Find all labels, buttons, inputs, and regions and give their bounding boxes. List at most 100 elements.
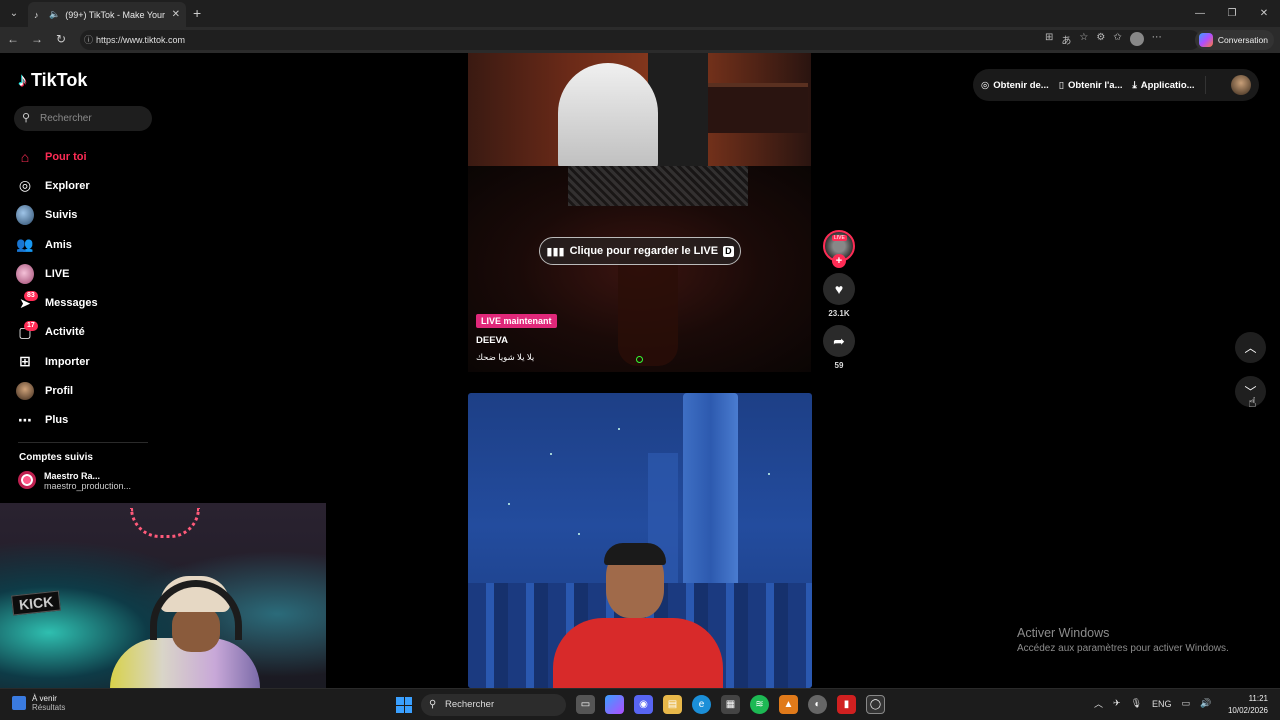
- sidebar-item-importer[interactable]: ⊞ Importer: [16, 347, 98, 376]
- browser-profile-avatar[interactable]: [1129, 32, 1144, 46]
- watch-live-button[interactable]: ▮▮▮ Clique pour regarder le LIVE D: [539, 237, 741, 265]
- like-button[interactable]: ♥: [823, 273, 855, 305]
- tray-chevron-icon[interactable]: ︿: [1094, 697, 1103, 710]
- start-menu-icon[interactable]: [396, 697, 412, 713]
- previous-video-button[interactable]: ︿: [1235, 332, 1266, 363]
- sidebar-item-label: Messages: [45, 297, 98, 310]
- sidebar-item-label: Amis: [45, 238, 72, 251]
- network-icon[interactable]: ▭: [1182, 698, 1191, 709]
- desktop-app-button[interactable]: ⤓ Applicatio...: [1133, 80, 1195, 91]
- sidebar-item-label: Pour toi: [45, 150, 87, 163]
- widgets-button[interactable]: À venir Résultats: [12, 694, 65, 712]
- spotify-icon[interactable]: ≋: [750, 695, 769, 714]
- conversation-button[interactable]: Conversation: [1194, 30, 1274, 50]
- sidebar-divider: [18, 442, 148, 443]
- sidebar-item-suivis[interactable]: Suivis: [16, 201, 98, 230]
- phone-icon: ▯: [1058, 79, 1064, 91]
- sidebar-item-plus[interactable]: ⋯ Plus: [16, 406, 98, 435]
- app-icon[interactable]: ◐: [808, 695, 827, 714]
- discord-icon[interactable]: ◉: [634, 695, 653, 714]
- edge-icon[interactable]: e: [692, 695, 711, 714]
- search-input[interactable]: ⚲ Rechercher: [14, 106, 152, 131]
- back-icon[interactable]: ←: [5, 32, 21, 46]
- tab-actions-menu-icon[interactable]: ⌄: [4, 4, 24, 22]
- tray-app-icon[interactable]: ✈: [1113, 698, 1121, 709]
- extensions-icon[interactable]: ⚙: [1096, 32, 1105, 47]
- volume-icon[interactable]: 🔊: [1200, 698, 1211, 709]
- browser-tab-tiktok[interactable]: ♪ 🔈 (99+) TikTok - Make Your Day ✕: [28, 2, 186, 27]
- live-video-card[interactable]: [468, 166, 811, 372]
- led-lights: [130, 508, 200, 538]
- sidebar-item-profil[interactable]: Profil: [16, 376, 98, 405]
- mouse-pointer-icon: ☝: [1248, 394, 1257, 410]
- store-icon[interactable]: ▦: [721, 695, 740, 714]
- address-bar-icons: ⊞ あ ☆ ⚙ ✩ ⋯: [1045, 32, 1162, 47]
- url-text: https://www.tiktok.com: [96, 35, 186, 45]
- task-view-icon[interactable]: ▭: [576, 695, 595, 714]
- taskbar-apps: ▭ ◉ ▤ e ▦ ≋ ▲ ◐ ▮ ◯: [576, 695, 885, 714]
- feed-video-previous[interactable]: [468, 53, 811, 166]
- new-tab-icon[interactable]: +: [193, 5, 201, 21]
- get-app-button[interactable]: ▯ Obtenir l'a...: [1059, 80, 1123, 91]
- top-actions-bar: ◎ Obtenir de... ▯ Obtenir l'a... ⤓ Appli…: [973, 69, 1259, 101]
- minimize-icon[interactable]: —: [1184, 0, 1216, 27]
- tiktok-logo[interactable]: ♪ TikTok: [18, 70, 87, 91]
- tab-title: (99+) TikTok - Make Your Day: [65, 9, 166, 20]
- sidebar-item-label: Activité: [45, 326, 85, 339]
- get-coins-label: Obtenir de...: [993, 79, 1049, 91]
- sidebar-item-amis[interactable]: 👥 Amis: [16, 230, 98, 259]
- sidebar-item-label: Importer: [45, 355, 90, 368]
- conversation-label: Conversation: [1217, 35, 1268, 45]
- friends-icon: 👥: [16, 236, 34, 253]
- language-indicator[interactable]: ENG: [1152, 699, 1172, 709]
- favorite-star-icon[interactable]: ☆: [1079, 32, 1088, 47]
- more-menu-icon[interactable]: ⋯: [1152, 32, 1162, 47]
- forward-icon[interactable]: →: [29, 32, 45, 46]
- microphone-icon[interactable]: 🎙: [1131, 698, 1142, 709]
- user-profile-avatar[interactable]: [1231, 75, 1251, 95]
- window-controls: — ❐ ✕: [1184, 0, 1280, 27]
- sidebar-item-pour-toi[interactable]: ⌂ Pour toi: [16, 142, 98, 171]
- close-window-icon[interactable]: ✕: [1248, 0, 1280, 27]
- followed-account-item[interactable]: Maestro Ra... maestro_production...: [18, 471, 131, 491]
- app-available-icon[interactable]: ⊞: [1045, 32, 1053, 47]
- follow-plus-icon[interactable]: +: [832, 254, 846, 268]
- favorites-icon[interactable]: ✩: [1113, 32, 1121, 47]
- vlc-icon[interactable]: ▲: [779, 695, 798, 714]
- address-bar-row: ← → ↻ ⓘ https://www.tiktok.com ⊞ あ ☆ ⚙ ✩…: [0, 27, 1280, 53]
- chevron-up-icon: ︿: [1244, 341, 1257, 355]
- feed-video-next[interactable]: [468, 393, 812, 688]
- taskbar-search-label: Rechercher: [445, 699, 495, 710]
- separator: [1204, 76, 1206, 94]
- close-tab-icon[interactable]: ✕: [172, 9, 180, 20]
- sidebar-item-label: LIVE: [45, 267, 70, 280]
- clock-time: 11:21: [1248, 694, 1268, 703]
- site-info-icon[interactable]: ⓘ: [84, 30, 93, 50]
- get-coins-button[interactable]: ◎ Obtenir de...: [981, 80, 1049, 91]
- url-field[interactable]: ⓘ https://www.tiktok.com: [80, 30, 1200, 50]
- speaker-icon[interactable]: 🔈: [49, 9, 60, 20]
- taskbar-clock[interactable]: 11:21 10/02/2026: [1228, 693, 1268, 717]
- live-username[interactable]: DEEVA: [476, 335, 508, 346]
- sidebar-item-activite[interactable]: ▢ 17 Activité: [16, 318, 98, 347]
- red-app-icon[interactable]: ▮: [837, 695, 856, 714]
- sidebar-item-live[interactable]: LIVE: [16, 259, 98, 288]
- refresh-icon[interactable]: ↻: [53, 32, 69, 46]
- account-handle: maestro_production...: [44, 481, 132, 491]
- tiktok-note-icon: ♪: [18, 70, 27, 90]
- following-accounts-title: Comptes suivis: [19, 452, 93, 463]
- file-explorer-icon[interactable]: ▤: [663, 695, 682, 714]
- share-button[interactable]: ➦: [823, 325, 855, 357]
- following-avatar-icon: [16, 205, 34, 226]
- sidebar-item-explorer[interactable]: ◎ Explorer: [16, 171, 98, 200]
- system-tray: ︿ ✈ 🎙 ENG ▭ 🔊: [1094, 697, 1211, 710]
- watch-live-label: Clique pour regarder le LIVE: [569, 245, 719, 257]
- taskbar-search[interactable]: ⚲ Rechercher: [421, 694, 566, 716]
- logo-text: TikTok: [31, 70, 88, 90]
- restore-icon[interactable]: ❐: [1216, 0, 1248, 27]
- obs-icon[interactable]: ◯: [866, 695, 885, 714]
- sidebar-item-messages[interactable]: ➤ 83 Messages: [16, 288, 98, 317]
- live-bars-icon: ▮▮▮: [546, 245, 565, 258]
- copilot-app-icon[interactable]: [605, 695, 624, 714]
- translate-icon[interactable]: あ: [1061, 32, 1071, 47]
